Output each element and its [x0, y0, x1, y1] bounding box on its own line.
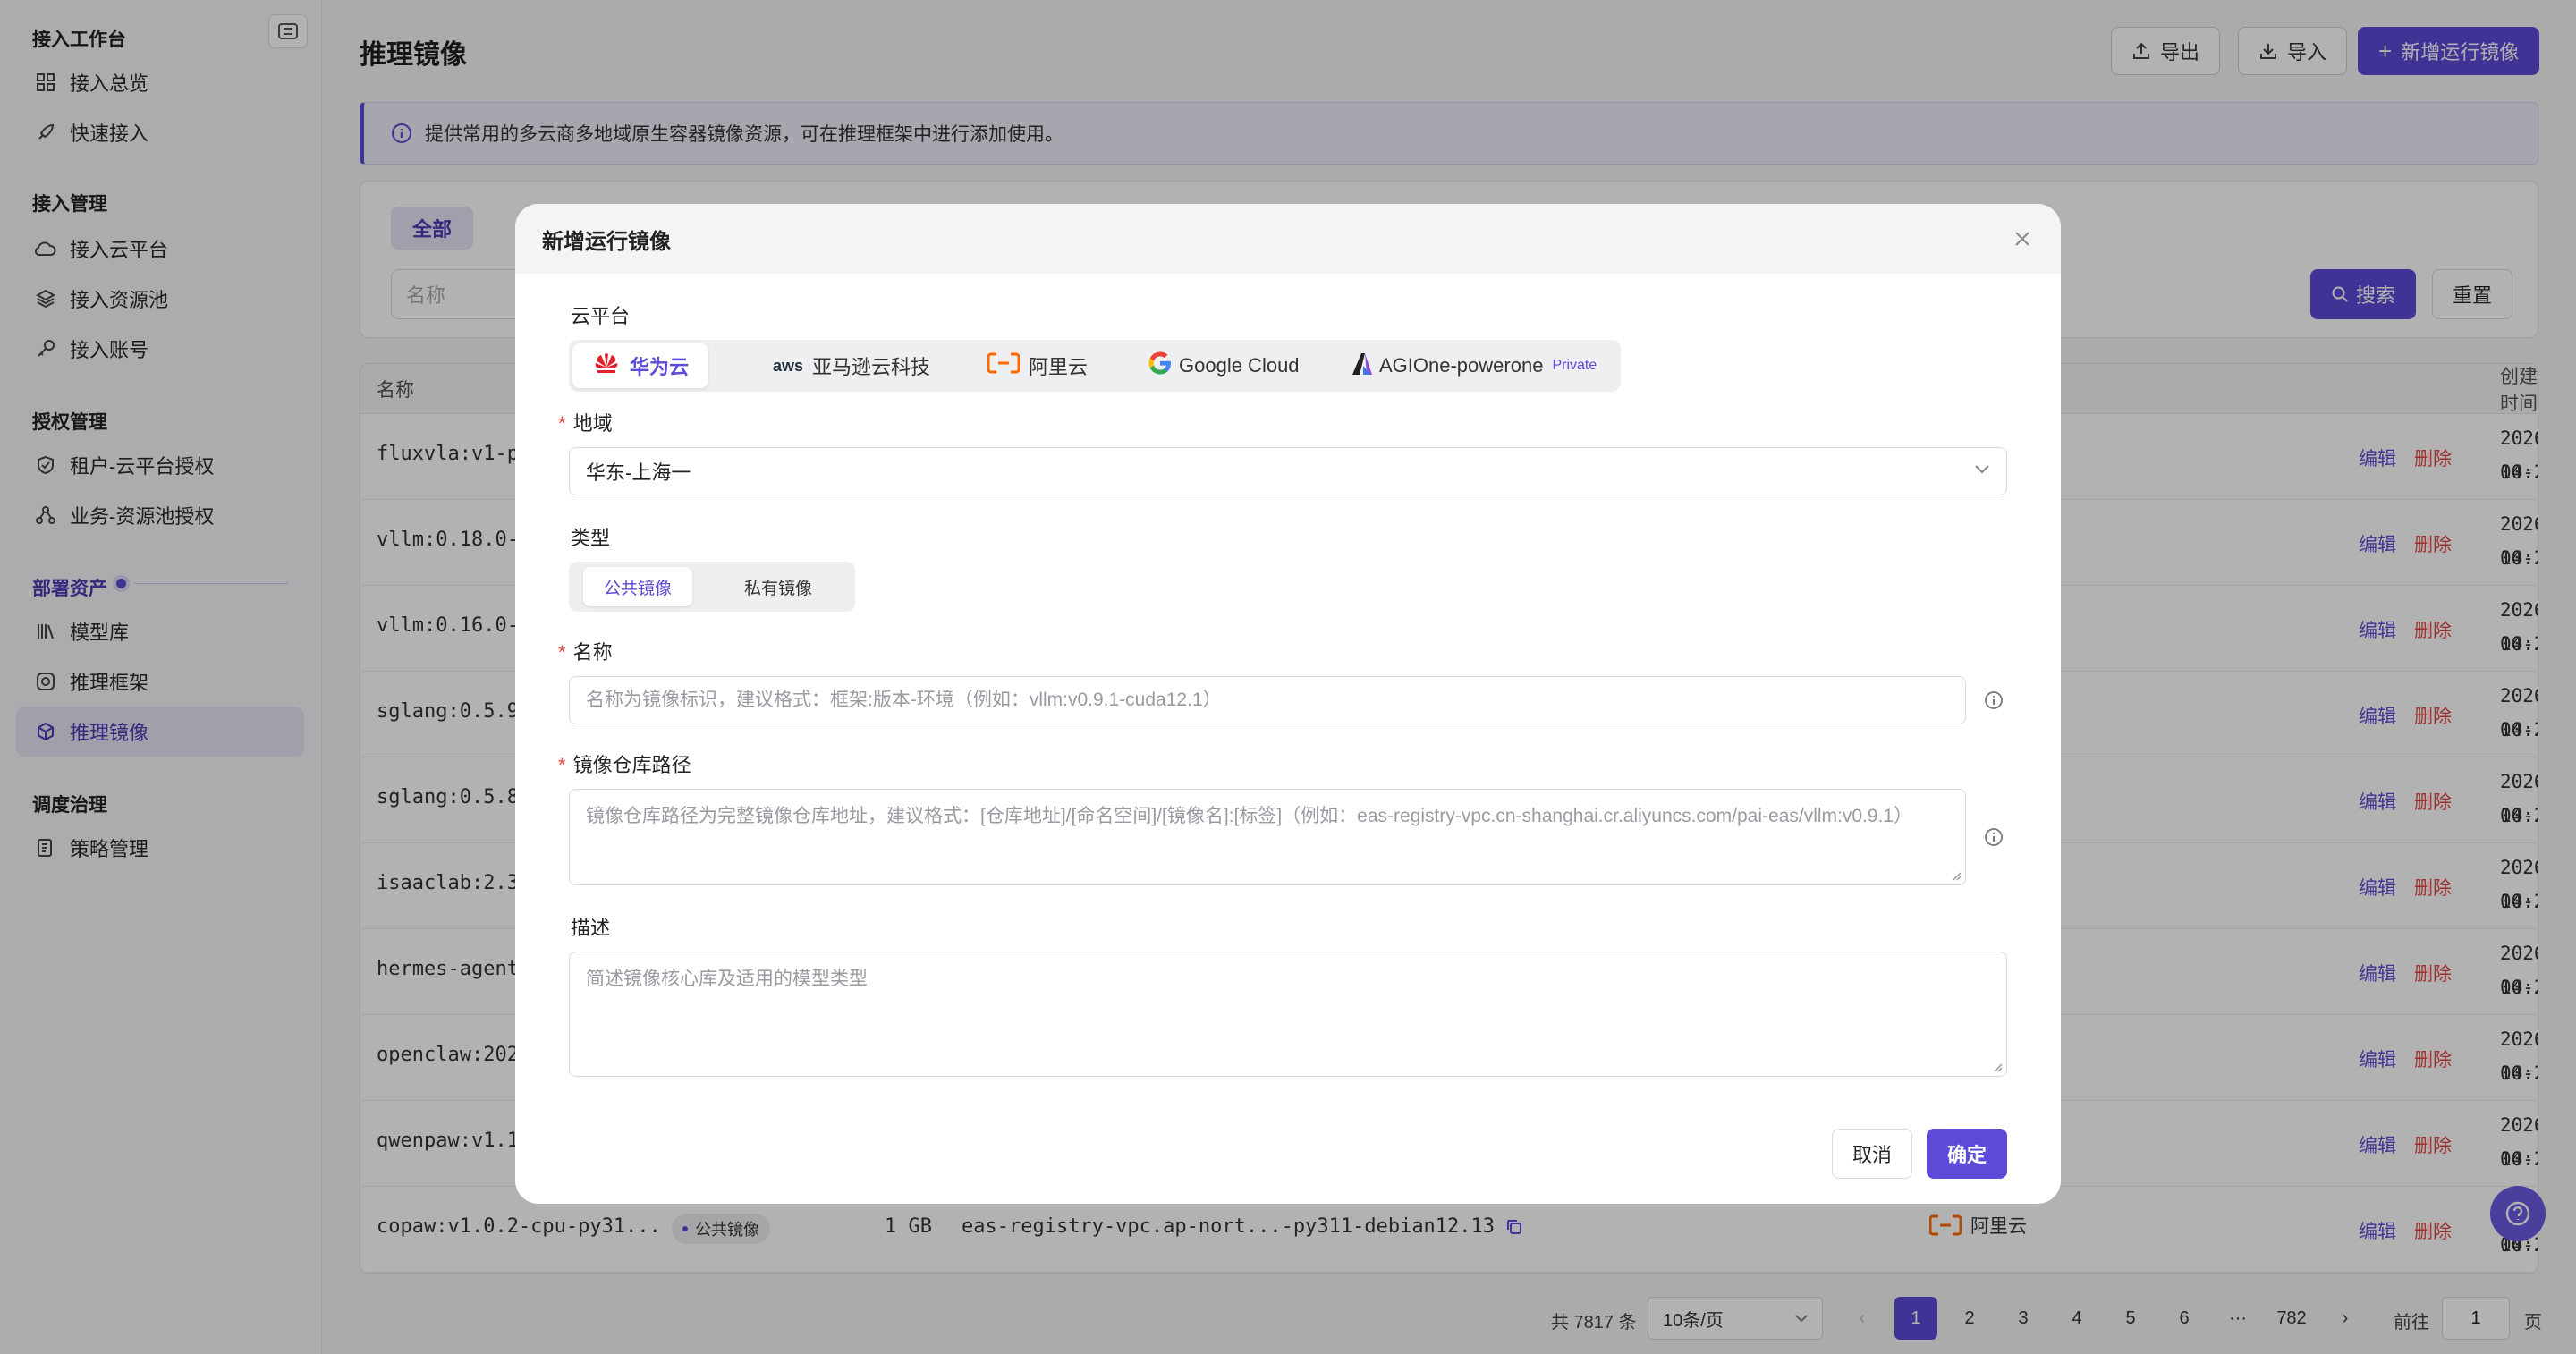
- cloud-tab-aws[interactable]: aws 亚马逊云科技: [753, 343, 950, 388]
- cloud-tab-agione[interactable]: AGIOne-powerone Private: [1331, 343, 1616, 388]
- cloud-tab-label: 亚马逊云科技: [812, 356, 931, 378]
- cloud-tab-label: AGIOne-powerone: [1379, 354, 1544, 377]
- name-label: * 名称: [558, 641, 613, 664]
- dialog-header: 新增运行镜像: [515, 204, 2061, 274]
- close-icon: [2015, 232, 2029, 246]
- google-logo-icon: [1147, 350, 1174, 382]
- confirm-button[interactable]: 确定: [1927, 1129, 2007, 1179]
- cloud-tab-label: Google Cloud: [1179, 354, 1300, 377]
- add-image-dialog: 新增运行镜像 云平台 华为云 aws 亚马逊云科技 阿里云 Google Clo…: [515, 204, 2061, 1204]
- cloud-platform-label: 云平台: [571, 305, 631, 327]
- cloud-platform-tabs: 华为云 aws 亚马逊云科技 阿里云 Google Cloud AGIOne-p…: [569, 340, 1621, 392]
- aws-logo-icon: aws: [773, 357, 804, 375]
- aliyun-logo-icon: [987, 352, 1021, 379]
- resize-handle-icon[interactable]: [1992, 1062, 2003, 1072]
- repo-path-input[interactable]: 镜像仓库路径为完整镜像仓库地址，建议格式：[仓库地址]/[命名空间]/[镜像名]…: [569, 789, 1966, 885]
- region-value: 华东-上海一: [586, 461, 691, 484]
- info-circle-icon[interactable]: [1984, 690, 2004, 710]
- description-input[interactable]: 简述镜像核心库及适用的模型类型: [569, 952, 2007, 1077]
- description-placeholder: 简述镜像核心库及适用的模型类型: [586, 969, 868, 989]
- agione-logo-icon: [1351, 350, 1374, 382]
- private-badge: Private: [1552, 358, 1597, 373]
- close-button[interactable]: [2011, 227, 2034, 250]
- repo-path-placeholder: 镜像仓库路径为完整镜像仓库地址，建议格式：[仓库地址]/[命名空间]/[镜像名]…: [586, 806, 1913, 826]
- cancel-button[interactable]: 取消: [1832, 1129, 1912, 1179]
- type-tab-public[interactable]: 公共镜像: [583, 567, 692, 606]
- type-tab-private[interactable]: 私有镜像: [716, 567, 841, 606]
- type-label: 类型: [571, 527, 611, 549]
- huawei-logo-icon: [592, 351, 621, 380]
- cloud-tab-huawei[interactable]: 华为云: [572, 343, 709, 388]
- chevron-down-icon: [1975, 465, 1989, 474]
- dialog-title: 新增运行镜像: [542, 229, 671, 254]
- image-type-tabs: 公共镜像 私有镜像: [569, 562, 855, 612]
- cloud-tab-label: 华为云: [630, 356, 690, 378]
- region-select[interactable]: 华东-上海一: [569, 447, 2007, 495]
- cloud-tab-google[interactable]: Google Cloud: [1127, 343, 1319, 388]
- repo-path-label: * 镜像仓库路径: [558, 754, 691, 776]
- cloud-tab-label: 阿里云: [1029, 356, 1089, 378]
- name-input[interactable]: 名称为镜像标识，建议格式：框架:版本-环境（例如：vllm:v0.9.1-cud…: [569, 676, 1966, 724]
- region-label: * 地域: [558, 412, 613, 435]
- info-circle-icon[interactable]: [1984, 827, 2004, 847]
- resize-handle-icon[interactable]: [1951, 870, 1962, 881]
- cloud-tab-aliyun[interactable]: 阿里云: [968, 343, 1107, 388]
- description-label: 描述: [571, 917, 611, 939]
